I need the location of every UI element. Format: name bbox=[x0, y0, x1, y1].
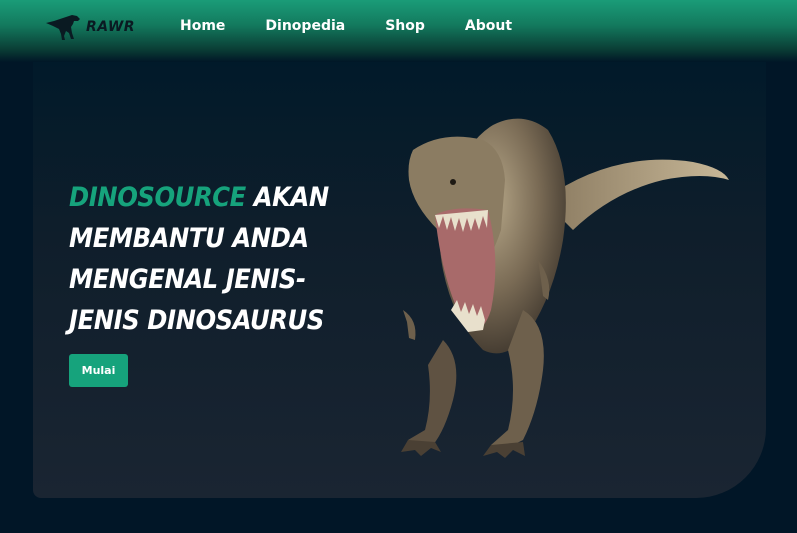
logo[interactable]: RAWR bbox=[44, 11, 135, 43]
t-rex-logo-icon bbox=[46, 15, 80, 40]
nav-menu: Home Dinopedia Shop About bbox=[180, 18, 552, 34]
start-button[interactable]: Mulai bbox=[69, 354, 128, 387]
nav-dinopedia[interactable]: Dinopedia bbox=[265, 18, 345, 34]
nav-shop[interactable]: Shop bbox=[385, 18, 425, 34]
logo-text: RAWR bbox=[86, 19, 136, 35]
hero-card: DINOSOURCE AKAN MEMBANTU ANDA MENGENAL J… bbox=[33, 62, 766, 498]
t-rex-image bbox=[401, 118, 729, 458]
nav-home[interactable]: Home bbox=[180, 18, 225, 34]
nav-about[interactable]: About bbox=[465, 18, 512, 34]
hero-headline: DINOSOURCE AKAN MEMBANTU ANDA MENGENAL J… bbox=[69, 177, 330, 341]
navbar: RAWR Home Dinopedia Shop About bbox=[0, 0, 797, 62]
headline-brand: DINOSOURCE bbox=[69, 182, 246, 213]
